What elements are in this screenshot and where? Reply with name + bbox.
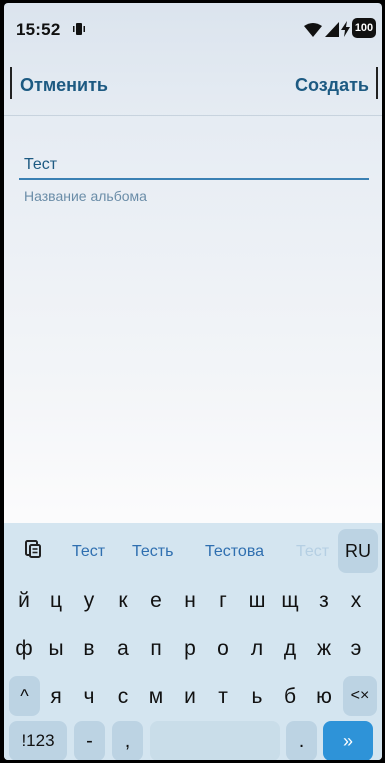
charging-icon: [341, 21, 350, 37]
key-1-10[interactable]: з: [309, 579, 339, 623]
shift-key[interactable]: ^: [9, 676, 40, 716]
cancel-button[interactable]: Отменить: [20, 75, 108, 96]
left-edge-bar: [10, 67, 12, 99]
key-2-9[interactable]: д: [275, 627, 305, 671]
key-2-8[interactable]: л: [242, 627, 272, 671]
album-name-field[interactable]: Тест: [19, 153, 369, 183]
key-3-4[interactable]: м: [141, 675, 171, 719]
dash-key[interactable]: -: [74, 721, 105, 760]
wifi-icon: [304, 23, 322, 37]
vibrate-icon: [73, 23, 85, 35]
key-1-7[interactable]: г: [208, 579, 238, 623]
language-switch-key[interactable]: RU: [338, 529, 378, 573]
key-2-6[interactable]: р: [175, 627, 205, 671]
clipboard-icon[interactable]: [20, 536, 46, 562]
key-1-2[interactable]: ц: [41, 579, 71, 623]
key-2-4[interactable]: а: [108, 627, 138, 671]
key-3-9[interactable]: ю: [309, 675, 339, 719]
battery-icon: 100: [352, 18, 376, 38]
suggestion-4[interactable]: Тест: [296, 543, 329, 561]
screen: 15:52 100 Отменить Создать Тест Название…: [4, 3, 382, 760]
status-time: 15:52: [16, 20, 61, 39]
enter-key[interactable]: »: [323, 721, 373, 760]
key-2-5[interactable]: п: [141, 627, 171, 671]
key-3-8[interactable]: б: [275, 675, 305, 719]
suggestion-2[interactable]: Тесть: [132, 543, 173, 561]
signal-icon: [325, 22, 339, 37]
key-2-7[interactable]: о: [208, 627, 238, 671]
key-3-5[interactable]: и: [175, 675, 205, 719]
key-1-6[interactable]: н: [175, 579, 205, 623]
key-3-2[interactable]: ч: [74, 675, 104, 719]
key-2-11[interactable]: э: [341, 627, 371, 671]
key-2-1[interactable]: ф: [9, 627, 39, 671]
header-divider: [4, 115, 382, 116]
create-button[interactable]: Создать: [295, 75, 369, 96]
key-2-3[interactable]: в: [74, 627, 104, 671]
key-1-8[interactable]: ш: [242, 579, 272, 623]
key-2-2[interactable]: ы: [41, 627, 71, 671]
album-name-input[interactable]: Тест: [24, 156, 57, 174]
status-bar: 15:52 100: [4, 3, 382, 55]
key-1-3[interactable]: у: [74, 579, 104, 623]
key-2-10[interactable]: ж: [309, 627, 339, 671]
field-underline: [19, 178, 369, 180]
key-3-6[interactable]: т: [208, 675, 238, 719]
right-edge-bar: [376, 67, 378, 99]
album-name-label: Название альбома: [24, 188, 147, 204]
numbers-key[interactable]: !123: [9, 721, 67, 760]
period-key[interactable]: .: [286, 721, 317, 760]
key-1-4[interactable]: к: [108, 579, 138, 623]
key-3-1[interactable]: я: [41, 675, 71, 719]
backspace-key[interactable]: <×: [343, 676, 377, 716]
key-1-5[interactable]: е: [141, 579, 171, 623]
comma-key[interactable]: ,: [112, 721, 143, 760]
space-key[interactable]: [150, 721, 280, 760]
key-1-1[interactable]: й: [9, 579, 39, 623]
key-1-9[interactable]: щ: [275, 579, 305, 623]
key-1-11[interactable]: х: [341, 579, 371, 623]
suggestion-3[interactable]: Тестова: [205, 543, 264, 561]
key-3-3[interactable]: с: [108, 675, 138, 719]
key-3-7[interactable]: ь: [242, 675, 272, 719]
suggestion-1[interactable]: Тест: [72, 543, 105, 561]
